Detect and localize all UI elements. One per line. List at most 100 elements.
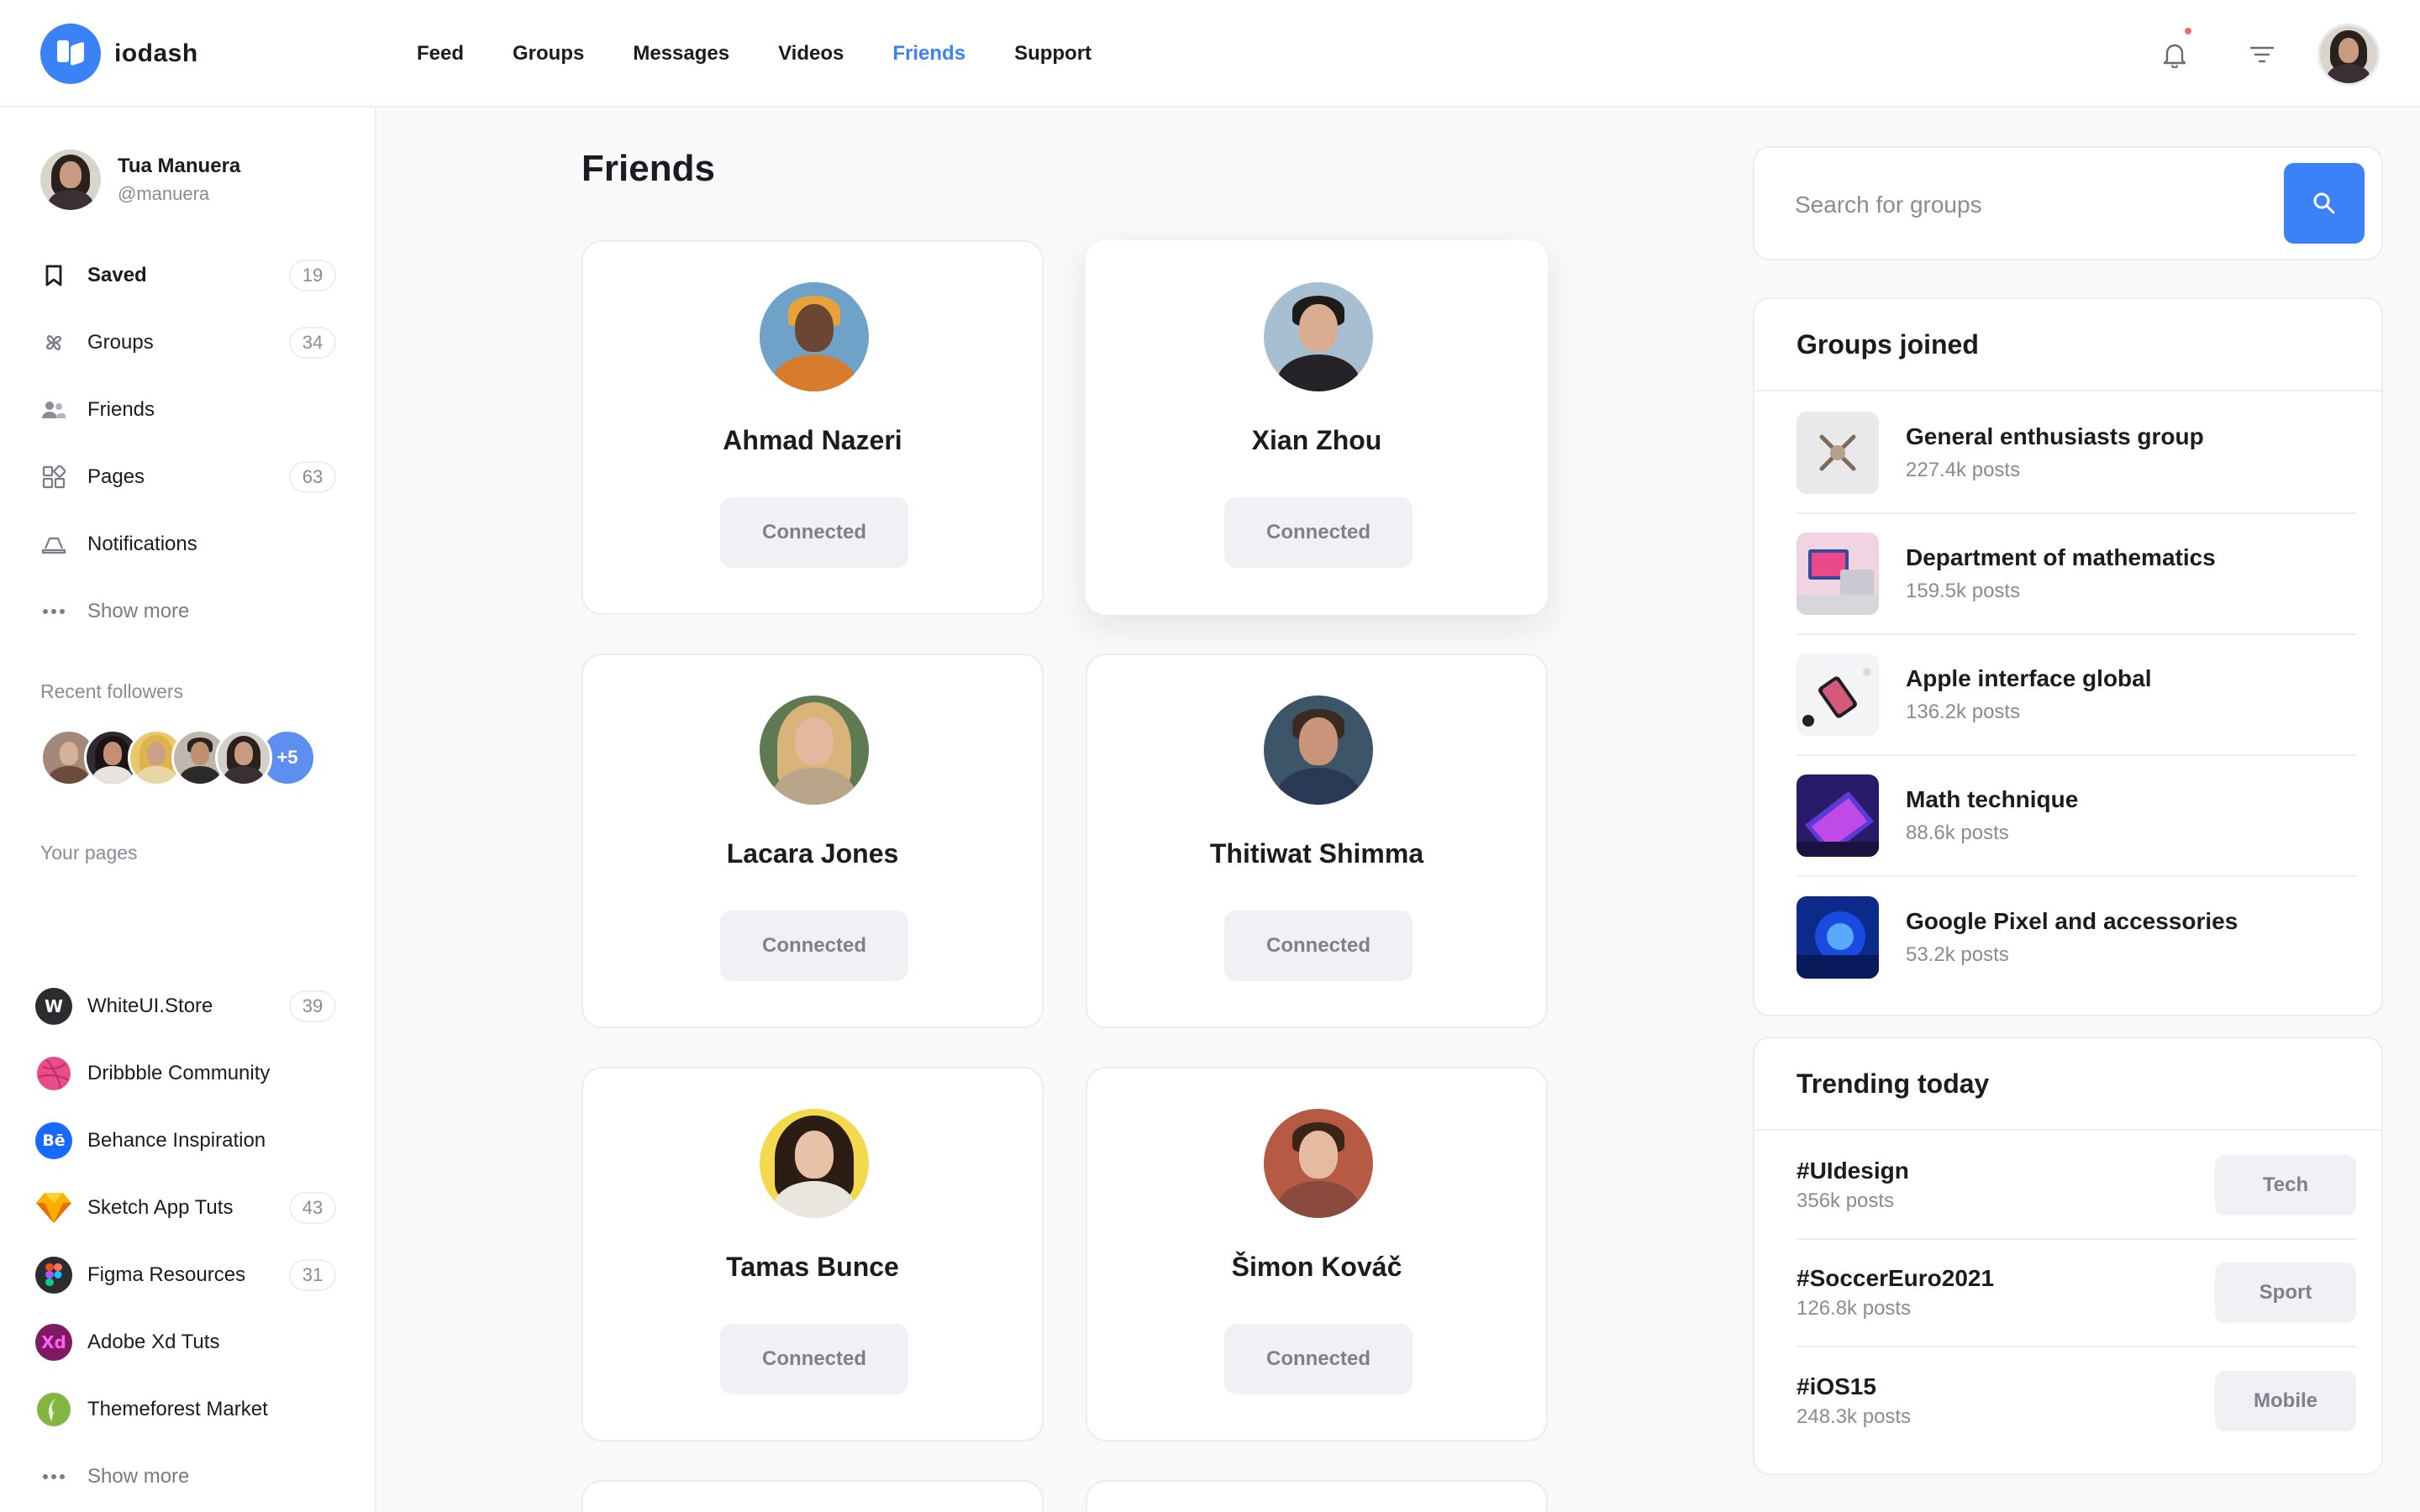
sidebar-item-label: Saved bbox=[87, 264, 147, 286]
group-thumbnail bbox=[1797, 654, 1879, 736]
sidebar-item-saved[interactable]: Saved 19 bbox=[40, 242, 336, 309]
search-input[interactable] bbox=[1795, 181, 2249, 228]
friend-card[interactable]: Ahmad Nazeri Connected bbox=[581, 240, 1044, 615]
friend-avatar bbox=[1264, 282, 1373, 391]
search-icon bbox=[2313, 192, 2335, 214]
your-pages-label: Your pages bbox=[40, 842, 138, 864]
user-avatar[interactable] bbox=[2317, 24, 2380, 86]
trend-item[interactable]: #iOS15 248.3k posts Mobile bbox=[1797, 1347, 2356, 1455]
friend-avatar bbox=[1264, 1109, 1373, 1218]
recent-followers-label: Recent followers bbox=[40, 680, 184, 702]
top-bar: iodash Feed Groups Messages Videos Frien… bbox=[0, 0, 2420, 108]
page-item-figma[interactable]: Figma Resources 31 bbox=[35, 1242, 336, 1309]
trending-panel: Trending today #UIdesign 356k posts Tech… bbox=[1753, 1037, 2383, 1475]
notifications-button[interactable] bbox=[2144, 24, 2205, 85]
pages-grid-icon bbox=[40, 464, 67, 491]
trend-posts: 126.8k posts bbox=[1797, 1297, 1912, 1320]
trend-hashtag[interactable]: #UIdesign bbox=[1797, 1158, 2215, 1184]
sidebar-item-label: Friends bbox=[87, 398, 155, 421]
bell-icon bbox=[2163, 44, 2186, 68]
sidebar-item-notifications[interactable]: Notifications bbox=[40, 511, 336, 578]
group-item[interactable]: Apple interface global 136.2k posts bbox=[1797, 635, 2356, 756]
connected-button[interactable]: Connected bbox=[720, 1324, 908, 1394]
trend-hashtag[interactable]: #SoccerEuro2021 bbox=[1797, 1265, 2215, 1292]
friend-card-partial[interactable] bbox=[1086, 1480, 1548, 1512]
friend-card[interactable]: Lacara Jones Connected bbox=[581, 654, 1044, 1028]
profile-handle: @manuera bbox=[118, 183, 210, 204]
nav-messages[interactable]: Messages bbox=[633, 37, 729, 71]
profile-summary[interactable]: Tua Manuera @manuera bbox=[40, 150, 240, 210]
follower-avatar[interactable] bbox=[215, 729, 272, 786]
trend-category-chip[interactable]: Tech bbox=[2215, 1155, 2356, 1215]
figma-logo-icon bbox=[35, 1257, 72, 1294]
group-name: Google Pixel and accessories bbox=[1906, 908, 2238, 934]
connected-button[interactable]: Connected bbox=[1224, 497, 1413, 568]
group-posts: 227.4k posts bbox=[1906, 459, 2021, 481]
sidebar-item-label: Groups bbox=[87, 331, 154, 354]
count-badge: 19 bbox=[289, 260, 336, 291]
trend-category-chip[interactable]: Mobile bbox=[2215, 1371, 2356, 1431]
pinwheel-icon bbox=[40, 329, 67, 356]
page-label: Themeforest Market bbox=[87, 1398, 268, 1420]
page-label: Figma Resources bbox=[87, 1263, 246, 1286]
sidebar-item-pages[interactable]: Pages 63 bbox=[40, 444, 336, 511]
sidebar-show-more[interactable]: Show more bbox=[40, 578, 336, 645]
nav-friends[interactable]: Friends bbox=[892, 37, 965, 71]
connected-button[interactable]: Connected bbox=[1224, 911, 1413, 981]
sidebar-item-friends[interactable]: Friends bbox=[40, 376, 336, 444]
page-item-adobe-xd[interactable]: Xd Adobe Xd Tuts bbox=[35, 1309, 336, 1376]
page-item-whiteui[interactable]: W WhiteUI.Store 39 bbox=[35, 973, 336, 1040]
groups-joined-title: Groups joined bbox=[1754, 299, 2381, 391]
nav-videos[interactable]: Videos bbox=[778, 37, 844, 71]
group-name: Department of mathematics bbox=[1906, 544, 2216, 570]
adobe-xd-logo-icon: Xd bbox=[35, 1324, 72, 1361]
group-name: Math technique bbox=[1906, 786, 2079, 812]
group-item[interactable]: Google Pixel and accessories 53.2k posts bbox=[1797, 877, 2356, 998]
trend-category-chip[interactable]: Sport bbox=[2215, 1263, 2356, 1323]
group-item[interactable]: Math technique 88.6k posts bbox=[1797, 756, 2356, 877]
dribbble-logo-icon bbox=[35, 1055, 72, 1092]
count-badge: 43 bbox=[289, 1192, 336, 1224]
trend-item[interactable]: #SoccerEuro2021 126.8k posts Sport bbox=[1797, 1240, 2356, 1347]
brand-logo[interactable]: iodash bbox=[40, 24, 198, 84]
brand-logo-icon bbox=[40, 24, 101, 84]
trend-item[interactable]: #UIdesign 356k posts Tech bbox=[1797, 1132, 2356, 1240]
page-item-dribbble[interactable]: Dribbble Community bbox=[35, 1040, 336, 1107]
trend-hashtag[interactable]: #iOS15 bbox=[1797, 1373, 2215, 1400]
page-item-sketch[interactable]: Sketch App Tuts 43 bbox=[35, 1174, 336, 1242]
group-item[interactable]: Department of mathematics 159.5k posts bbox=[1797, 514, 2356, 635]
friend-card[interactable]: Šimon Kováč Connected bbox=[1086, 1067, 1548, 1441]
sidebar-item-groups[interactable]: Groups 34 bbox=[40, 309, 336, 376]
nav-groups[interactable]: Groups bbox=[513, 37, 584, 71]
count-badge: 63 bbox=[289, 461, 336, 493]
friend-card-partial[interactable] bbox=[581, 1480, 1044, 1512]
connected-button[interactable]: Connected bbox=[1224, 1324, 1413, 1394]
group-posts: 88.6k posts bbox=[1906, 822, 2009, 844]
sketch-logo-icon bbox=[35, 1189, 72, 1226]
friend-card[interactable]: Thitiwat Shimma Connected bbox=[1086, 654, 1548, 1028]
group-search bbox=[1753, 146, 2383, 260]
friend-card[interactable]: Xian Zhou Connected bbox=[1086, 240, 1548, 615]
themeforest-logo-icon bbox=[35, 1391, 72, 1428]
group-thumbnail bbox=[1797, 412, 1879, 494]
friend-name: Lacara Jones bbox=[726, 838, 899, 869]
header-actions bbox=[2144, 24, 2380, 86]
connected-button[interactable]: Connected bbox=[720, 497, 908, 568]
group-posts: 159.5k posts bbox=[1906, 580, 2021, 602]
sidebar-item-label: Pages bbox=[87, 465, 145, 488]
groups-joined-panel: Groups joined General enthusiasts group … bbox=[1753, 297, 2383, 1016]
friend-avatar bbox=[760, 696, 869, 805]
count-badge: 34 bbox=[289, 327, 336, 359]
friends-icon bbox=[40, 396, 67, 423]
group-thumbnail bbox=[1797, 774, 1879, 857]
page-item-behance[interactable]: Bē Behance Inspiration bbox=[35, 1107, 336, 1174]
filter-button[interactable] bbox=[2232, 24, 2292, 85]
nav-support[interactable]: Support bbox=[1014, 37, 1092, 71]
pages-show-more[interactable]: Show more bbox=[35, 1443, 336, 1510]
friend-card[interactable]: Tamas Bunce Connected bbox=[581, 1067, 1044, 1441]
group-item[interactable]: General enthusiasts group 227.4k posts bbox=[1797, 393, 2356, 514]
nav-feed[interactable]: Feed bbox=[417, 37, 464, 71]
connected-button[interactable]: Connected bbox=[720, 911, 908, 981]
page-item-themeforest[interactable]: Themeforest Market bbox=[35, 1376, 336, 1443]
search-button[interactable] bbox=[2284, 163, 2365, 244]
